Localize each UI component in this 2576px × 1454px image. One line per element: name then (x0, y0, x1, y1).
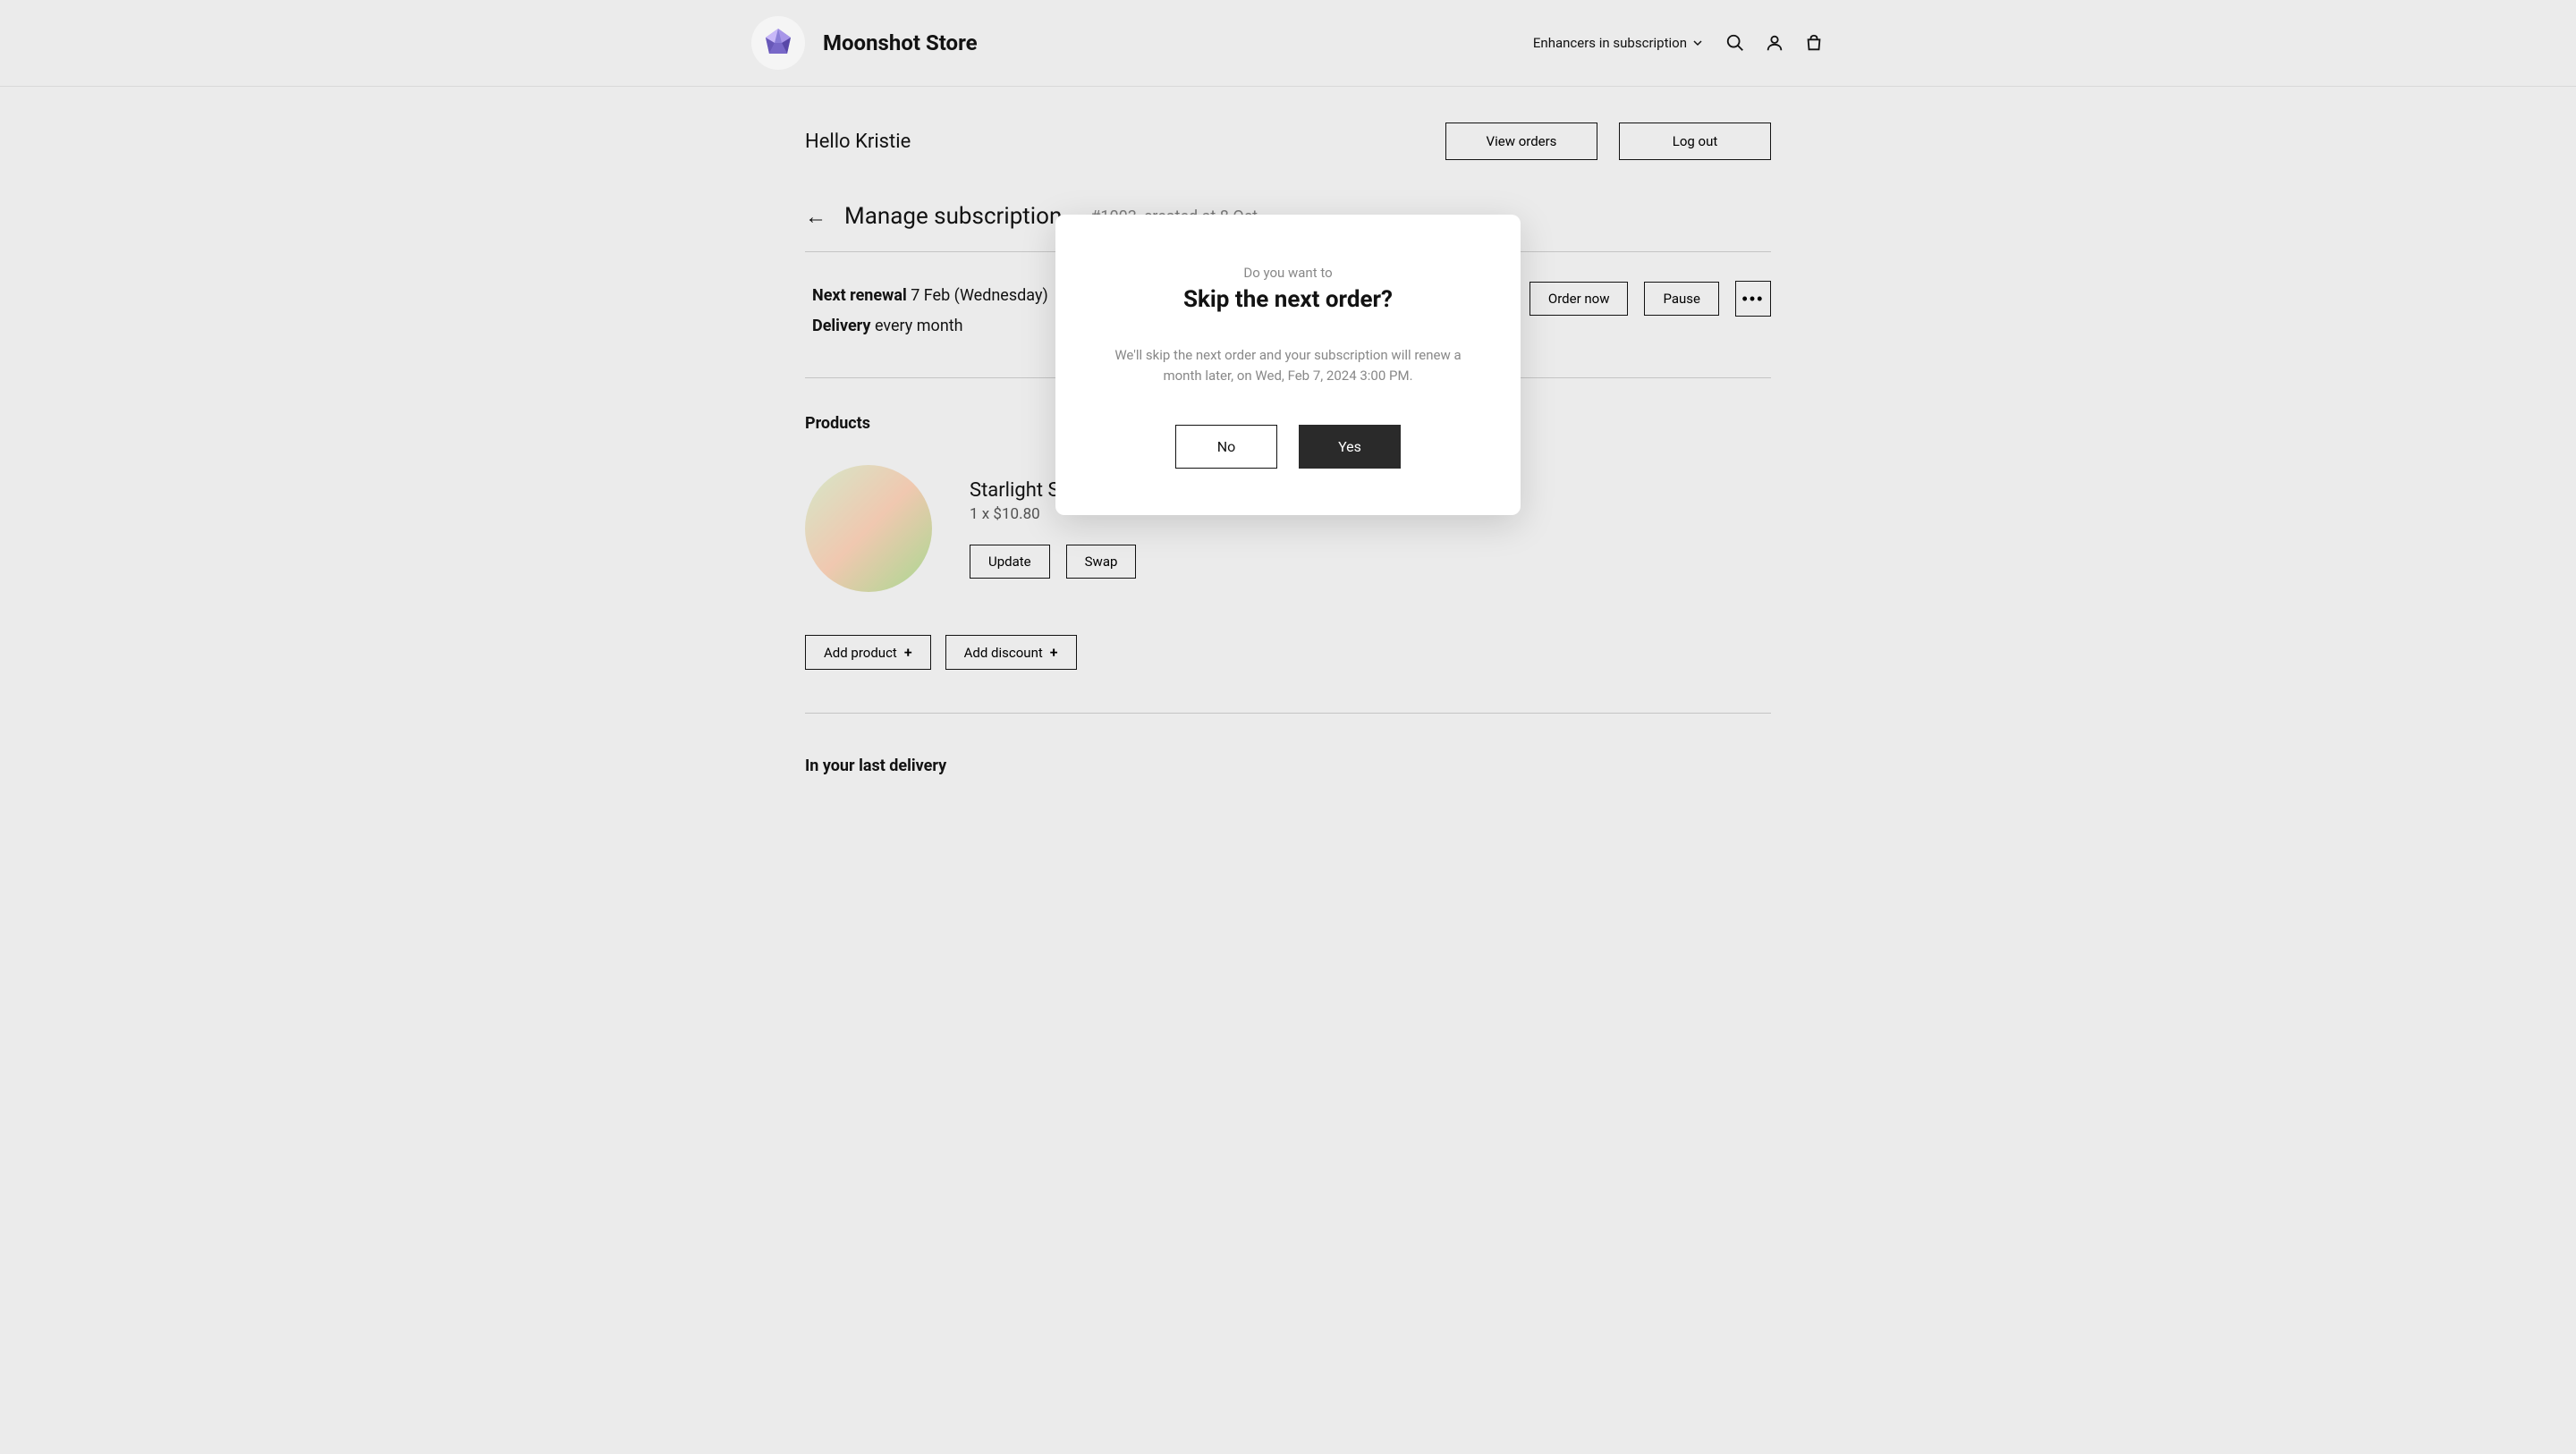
last-delivery-section-title: In your last delivery (805, 757, 1771, 775)
brand[interactable]: Moonshot Store (751, 16, 978, 70)
product-image (805, 465, 932, 592)
greeting-text: Hello Kristie (805, 131, 911, 153)
add-discount-button[interactable]: Add discount + (945, 635, 1077, 670)
next-renewal-label: Next renewal (812, 286, 907, 305)
search-icon[interactable] (1724, 32, 1746, 54)
order-now-button[interactable]: Order now (1530, 282, 1629, 316)
log-out-button[interactable]: Log out (1619, 123, 1771, 160)
back-arrow-icon[interactable]: ← (805, 206, 826, 227)
add-discount-label: Add discount (964, 645, 1043, 661)
view-orders-button[interactable]: View orders (1445, 123, 1597, 160)
account-icon[interactable] (1764, 32, 1785, 54)
more-options-button[interactable]: ••• (1735, 281, 1771, 317)
pause-button[interactable]: Pause (1644, 282, 1719, 316)
next-renewal-value: 7 Feb (Wednesday) (911, 286, 1048, 305)
renewal-info: Next renewal 7 Feb (Wednesday) Delivery … (805, 281, 1048, 342)
cart-icon[interactable] (1803, 32, 1825, 54)
store-logo (751, 16, 805, 70)
modal-title: Skip the next order? (1109, 286, 1467, 313)
more-icon: ••• (1742, 291, 1765, 307)
site-header: Moonshot Store Enhancers in subscription (0, 0, 2576, 87)
delivery-value: every month (875, 317, 963, 335)
nav-link-label: Enhancers in subscription (1533, 35, 1687, 51)
add-product-label: Add product (824, 645, 897, 661)
swap-product-button[interactable]: Swap (1066, 545, 1137, 579)
add-product-button[interactable]: Add product + (805, 635, 931, 670)
nav-enhancers[interactable]: Enhancers in subscription (1533, 35, 1703, 51)
page-title: Manage subscription (844, 203, 1062, 230)
plus-icon: + (1050, 644, 1058, 661)
modal-pretitle: Do you want to (1109, 265, 1467, 281)
gem-icon (760, 25, 796, 61)
chevron-down-icon (1692, 38, 1703, 48)
store-name: Moonshot Store (823, 30, 978, 55)
modal-body: We'll skip the next order and your subsc… (1109, 345, 1467, 385)
delivery-label: Delivery (812, 317, 870, 335)
modal-yes-button[interactable]: Yes (1299, 425, 1401, 469)
update-product-button[interactable]: Update (970, 545, 1050, 579)
skip-order-modal: Do you want to Skip the next order? We'l… (1055, 215, 1521, 515)
plus-icon: + (904, 644, 912, 661)
modal-no-button[interactable]: No (1175, 425, 1277, 469)
